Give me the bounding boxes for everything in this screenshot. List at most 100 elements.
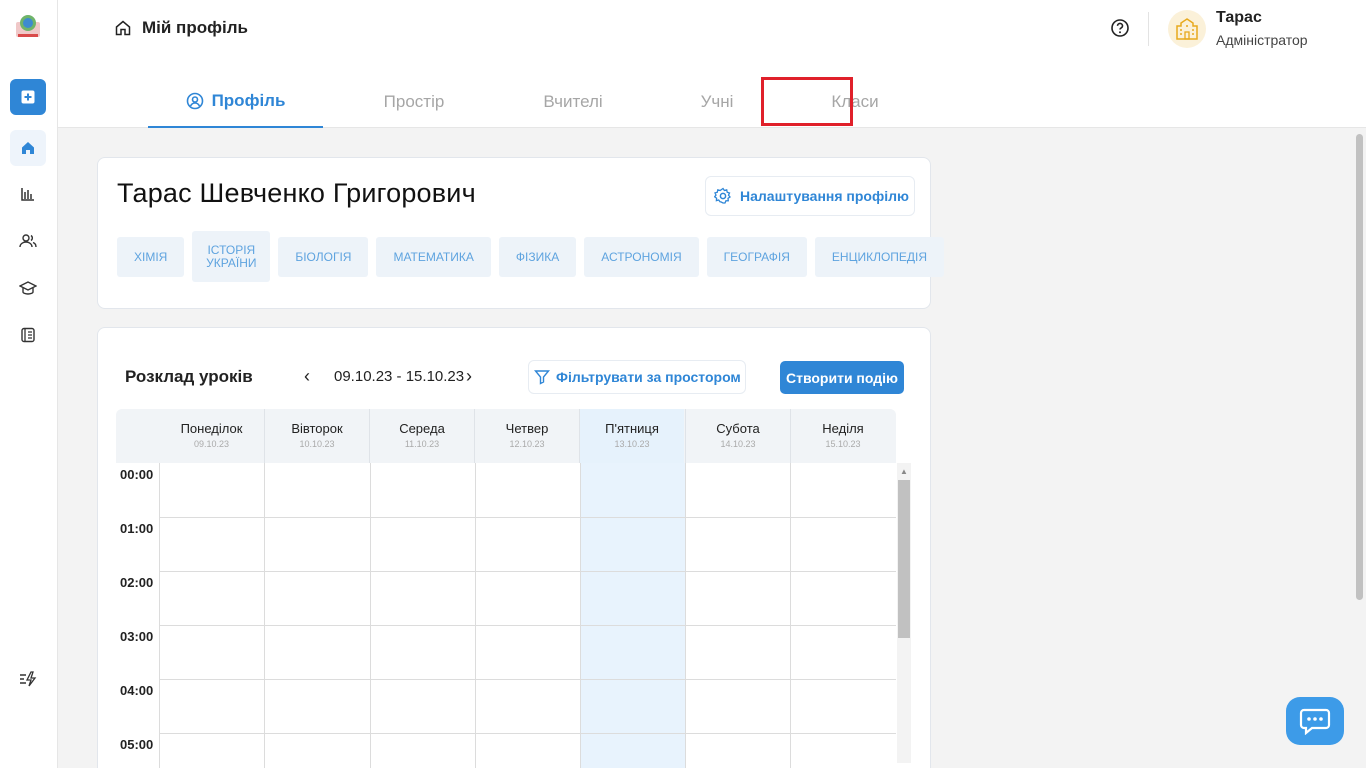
schedule-card: Розклад уроків ‹ 09.10.23 - 15.10.23 › Ф…	[97, 327, 931, 768]
sidebar-item-classes[interactable]	[10, 270, 46, 306]
tab-students[interactable]: Учні	[641, 76, 793, 128]
day-name: П'ятниця	[605, 421, 659, 436]
add-button[interactable]	[10, 79, 46, 115]
tab-classes[interactable]: Класи	[793, 76, 917, 128]
tab-label: Класи	[831, 92, 879, 111]
day-header: Субота 14.10.23	[685, 409, 790, 463]
calendar-grid: 00:00 01:00 02:00 03:00 04:00 05:00	[116, 463, 896, 768]
hour-line	[159, 679, 896, 680]
day-column[interactable]	[159, 463, 265, 768]
filter-icon	[534, 370, 550, 385]
tab-label: Профіль	[211, 91, 286, 110]
page-title: Мій профіль	[142, 18, 248, 37]
tab-bar: Профіль Простір Вчителі Учні Класи	[148, 76, 917, 128]
day-header: Неділя 15.10.23	[790, 409, 895, 463]
graduation-cap-icon	[19, 281, 37, 295]
day-header: Середа 11.10.23	[369, 409, 474, 463]
calendar-scrollbar[interactable]: ▲	[897, 463, 911, 763]
prev-week-button[interactable]: ‹	[304, 366, 310, 387]
avatar[interactable]	[1168, 10, 1206, 48]
profile-card: Тарас Шевченко Григорович Налаштування п…	[97, 157, 945, 309]
date-range: 09.10.23 - 15.10.23	[334, 368, 465, 385]
add-icon	[21, 90, 35, 104]
tab-space[interactable]: Простір	[323, 76, 505, 128]
day-column[interactable]	[475, 463, 581, 768]
day-name: Субота	[716, 421, 760, 436]
chat-icon	[1299, 708, 1331, 735]
time-label: 04:00	[120, 683, 154, 698]
home-icon[interactable]	[114, 19, 132, 37]
time-label: 05:00	[120, 737, 154, 752]
hour-line	[159, 517, 896, 518]
sidebar-item-journal[interactable]	[10, 317, 46, 353]
subject-chips: ХІМІЯ ІСТОРІЯ УКРАЇНИ БІОЛОГІЯ МАТЕМАТИК…	[117, 231, 945, 282]
day-header-today: П'ятниця 13.10.23	[579, 409, 684, 463]
page-scroll-thumb[interactable]	[1356, 134, 1363, 600]
tab-label: Простір	[383, 92, 445, 111]
day-column[interactable]	[370, 463, 476, 768]
school-logo-icon[interactable]	[14, 12, 42, 40]
day-column[interactable]	[264, 463, 370, 768]
sidebar-item-quick-actions[interactable]	[10, 661, 46, 697]
hour-line	[159, 625, 896, 626]
sidebar-item-users[interactable]	[10, 223, 46, 259]
top-bar: Мій профіль Тарас Адміністратор Профіль …	[58, 0, 1366, 128]
page-scrollbar[interactable]	[1354, 130, 1366, 768]
help-button[interactable]	[1110, 18, 1130, 38]
user-role: Адміністратор	[1216, 32, 1308, 48]
chart-icon	[21, 188, 34, 201]
breadcrumb: Мій профіль	[114, 18, 248, 38]
chat-button[interactable]	[1286, 697, 1344, 745]
sidebar-item-home[interactable]	[10, 130, 46, 166]
day-column[interactable]	[685, 463, 791, 768]
day-date: 14.10.23	[720, 439, 756, 449]
hour-line	[159, 733, 896, 734]
profile-settings-button[interactable]: Налаштування профілю	[705, 176, 915, 216]
profile-icon	[186, 92, 203, 110]
subject-chip[interactable]: ХІМІЯ	[117, 237, 185, 277]
subject-chip[interactable]: АСТРОНОМІЯ	[584, 237, 699, 277]
filter-by-space-button[interactable]: Фільтрувати за простором	[528, 360, 746, 394]
home-icon	[22, 142, 34, 154]
day-name: Четвер	[505, 421, 549, 436]
tab-label: Вчителі	[543, 92, 603, 111]
users-icon	[19, 234, 37, 248]
subject-chip[interactable]: ГЕОГРАФІЯ	[706, 237, 807, 277]
subject-chip[interactable]: ЕНЦИКЛОПЕДІЯ	[814, 237, 945, 277]
user-name[interactable]: Тарас	[1216, 9, 1262, 27]
header-divider	[1148, 12, 1149, 46]
tab-teachers[interactable]: Вчителі	[505, 76, 641, 128]
day-date: 11.10.23	[404, 439, 440, 449]
quick-actions-icon	[20, 671, 37, 687]
tab-profile[interactable]: Профіль	[148, 76, 323, 128]
scroll-up-arrow-icon[interactable]: ▲	[900, 467, 908, 476]
journal-icon	[21, 327, 35, 343]
subject-chip[interactable]: ФІЗИКА	[498, 237, 577, 277]
subject-chip[interactable]: МАТЕМАТИКА	[376, 237, 491, 277]
day-name: Неділя	[822, 421, 864, 436]
subject-chip[interactable]: ІСТОРІЯ УКРАЇНИ	[192, 231, 271, 282]
time-label: 03:00	[120, 629, 154, 644]
day-column[interactable]	[790, 463, 896, 768]
tab-label: Учні	[700, 92, 734, 111]
day-header: Вівторок 10.10.23	[264, 409, 369, 463]
school-icon	[1176, 18, 1198, 40]
time-label: 02:00	[120, 575, 154, 590]
day-date: 13.10.23	[614, 439, 650, 449]
day-date: 15.10.23	[825, 439, 861, 449]
schedule-title: Розклад уроків	[125, 367, 253, 386]
calendar-scroll-thumb[interactable]	[898, 480, 910, 638]
day-header: Понеділок 09.10.23	[159, 409, 264, 463]
time-label: 01:00	[120, 521, 154, 536]
calendar-header: Понеділок 09.10.23 Вівторок 10.10.23 Сер…	[116, 409, 896, 463]
sidebar-item-statistics[interactable]	[10, 176, 46, 212]
help-icon	[1111, 19, 1129, 37]
subject-chip[interactable]: БІОЛОГІЯ	[278, 237, 369, 277]
day-header: Четвер 12.10.23	[474, 409, 579, 463]
day-column-today[interactable]	[580, 463, 686, 768]
day-name: Вівторок	[291, 421, 343, 436]
create-event-button[interactable]: Створити подію	[780, 361, 904, 394]
hour-line	[159, 571, 896, 572]
sidebar	[0, 0, 58, 768]
next-week-button[interactable]: ›	[466, 366, 472, 387]
